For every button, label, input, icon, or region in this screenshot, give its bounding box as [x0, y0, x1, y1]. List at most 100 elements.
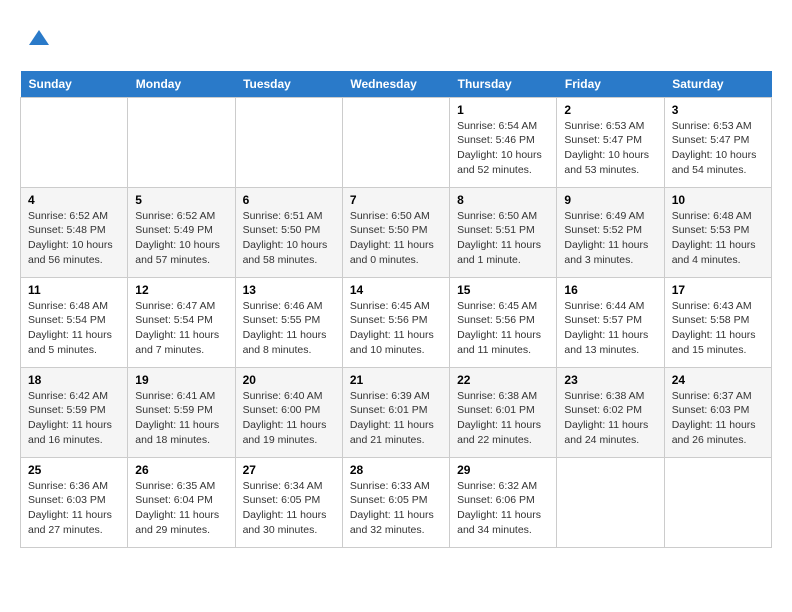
calendar-cell: 23 Sunrise: 6:38 AM Sunset: 6:02 PM Dayli…: [557, 367, 664, 457]
calendar-cell: 15 Sunrise: 6:45 AM Sunset: 5:56 PM Dayli…: [450, 277, 557, 367]
calendar-cell: 21 Sunrise: 6:39 AM Sunset: 6:01 PM Dayli…: [342, 367, 449, 457]
calendar-cell: 13 Sunrise: 6:46 AM Sunset: 5:55 PM Dayli…: [235, 277, 342, 367]
day-number: 10: [672, 193, 764, 207]
day-number: 5: [135, 193, 227, 207]
day-info: Sunrise: 6:37 AM Sunset: 6:03 PM Dayligh…: [672, 389, 764, 448]
day-number: 15: [457, 283, 549, 297]
weekday-header-row: SundayMondayTuesdayWednesdayThursdayFrid…: [21, 71, 772, 98]
calendar-table: SundayMondayTuesdayWednesdayThursdayFrid…: [20, 71, 772, 548]
day-number: 12: [135, 283, 227, 297]
day-info: Sunrise: 6:49 AM Sunset: 5:52 PM Dayligh…: [564, 209, 656, 268]
day-number: 26: [135, 463, 227, 477]
day-info: Sunrise: 6:51 AM Sunset: 5:50 PM Dayligh…: [243, 209, 335, 268]
weekday-tuesday: Tuesday: [235, 71, 342, 98]
day-info: Sunrise: 6:48 AM Sunset: 5:54 PM Dayligh…: [28, 299, 120, 358]
calendar-cell: 1Sunrise: 6:54 AM Sunset: 5:46 PM Daylig…: [450, 97, 557, 187]
calendar-cell: 20 Sunrise: 6:40 AM Sunset: 6:00 PM Dayli…: [235, 367, 342, 457]
day-info: Sunrise: 6:41 AM Sunset: 5:59 PM Dayligh…: [135, 389, 227, 448]
day-info: Sunrise: 6:34 AM Sunset: 6:05 PM Dayligh…: [243, 479, 335, 538]
page-header: [20, 20, 772, 61]
day-info: Sunrise: 6:38 AM Sunset: 6:01 PM Dayligh…: [457, 389, 549, 448]
weekday-wednesday: Wednesday: [342, 71, 449, 98]
weekday-sunday: Sunday: [21, 71, 128, 98]
calendar-cell: 29 Sunrise: 6:32 AM Sunset: 6:06 PM Dayli…: [450, 457, 557, 547]
day-number: 28: [350, 463, 442, 477]
day-number: 13: [243, 283, 335, 297]
calendar-cell: 4 Sunrise: 6:52 AM Sunset: 5:48 PM Daylig…: [21, 187, 128, 277]
calendar-cell: 10 Sunrise: 6:48 AM Sunset: 5:53 PM Dayli…: [664, 187, 771, 277]
day-number: 2: [564, 103, 656, 117]
day-info: Sunrise: 6:50 AM Sunset: 5:51 PM Dayligh…: [457, 209, 549, 268]
calendar-cell: 6Sunrise: 6:51 AM Sunset: 5:50 PM Daylig…: [235, 187, 342, 277]
day-info: Sunrise: 6:39 AM Sunset: 6:01 PM Dayligh…: [350, 389, 442, 448]
day-number: 24: [672, 373, 764, 387]
calendar-cell: [664, 457, 771, 547]
day-number: 3: [672, 103, 764, 117]
day-number: 4: [28, 193, 120, 207]
day-info: Sunrise: 6:52 AM Sunset: 5:48 PM Dayligh…: [28, 209, 120, 268]
day-info: Sunrise: 6:45 AM Sunset: 5:56 PM Dayligh…: [457, 299, 549, 358]
day-info: Sunrise: 6:38 AM Sunset: 6:02 PM Dayligh…: [564, 389, 656, 448]
day-number: 17: [672, 283, 764, 297]
weekday-thursday: Thursday: [450, 71, 557, 98]
day-info: Sunrise: 6:53 AM Sunset: 5:47 PM Dayligh…: [564, 119, 656, 178]
day-number: 29: [457, 463, 549, 477]
logo-icon: [24, 25, 54, 55]
calendar-cell: 16Sunrise: 6:44 AM Sunset: 5:57 PM Dayli…: [557, 277, 664, 367]
day-number: 8: [457, 193, 549, 207]
calendar-cell: 25 Sunrise: 6:36 AM Sunset: 6:03 PM Dayli…: [21, 457, 128, 547]
day-info: Sunrise: 6:50 AM Sunset: 5:50 PM Dayligh…: [350, 209, 442, 268]
day-info: Sunrise: 6:35 AM Sunset: 6:04 PM Dayligh…: [135, 479, 227, 538]
day-number: 11: [28, 283, 120, 297]
calendar-cell: 22 Sunrise: 6:38 AM Sunset: 6:01 PM Dayli…: [450, 367, 557, 457]
day-info: Sunrise: 6:47 AM Sunset: 5:54 PM Dayligh…: [135, 299, 227, 358]
calendar-cell: 26 Sunrise: 6:35 AM Sunset: 6:04 PM Dayli…: [128, 457, 235, 547]
calendar-cell: 24 Sunrise: 6:37 AM Sunset: 6:03 PM Dayli…: [664, 367, 771, 457]
day-info: Sunrise: 6:36 AM Sunset: 6:03 PM Dayligh…: [28, 479, 120, 538]
weekday-friday: Friday: [557, 71, 664, 98]
calendar-cell: 14 Sunrise: 6:45 AM Sunset: 5:56 PM Dayli…: [342, 277, 449, 367]
day-number: 21: [350, 373, 442, 387]
calendar-cell: 19 Sunrise: 6:41 AM Sunset: 5:59 PM Dayli…: [128, 367, 235, 457]
day-info: Sunrise: 6:44 AM Sunset: 5:57 PM Dayligh…: [564, 299, 656, 358]
day-number: 25: [28, 463, 120, 477]
day-number: 9: [564, 193, 656, 207]
day-number: 19: [135, 373, 227, 387]
day-number: 23: [564, 373, 656, 387]
day-number: 18: [28, 373, 120, 387]
calendar-cell: [557, 457, 664, 547]
calendar-cell: [128, 97, 235, 187]
calendar-week-1: 4 Sunrise: 6:52 AM Sunset: 5:48 PM Daylig…: [21, 187, 772, 277]
calendar-cell: 9 Sunrise: 6:49 AM Sunset: 5:52 PM Daylig…: [557, 187, 664, 277]
calendar-cell: 8 Sunrise: 6:50 AM Sunset: 5:51 PM Daylig…: [450, 187, 557, 277]
day-info: Sunrise: 6:43 AM Sunset: 5:58 PM Dayligh…: [672, 299, 764, 358]
calendar-week-0: 1Sunrise: 6:54 AM Sunset: 5:46 PM Daylig…: [21, 97, 772, 187]
day-info: Sunrise: 6:42 AM Sunset: 5:59 PM Dayligh…: [28, 389, 120, 448]
calendar-cell: [235, 97, 342, 187]
day-info: Sunrise: 6:45 AM Sunset: 5:56 PM Dayligh…: [350, 299, 442, 358]
day-info: Sunrise: 6:53 AM Sunset: 5:47 PM Dayligh…: [672, 119, 764, 178]
day-info: Sunrise: 6:48 AM Sunset: 5:53 PM Dayligh…: [672, 209, 764, 268]
calendar-cell: 3 Sunrise: 6:53 AM Sunset: 5:47 PM Daylig…: [664, 97, 771, 187]
day-number: 1: [457, 103, 549, 117]
day-info: Sunrise: 6:33 AM Sunset: 6:05 PM Dayligh…: [350, 479, 442, 538]
calendar-week-3: 18 Sunrise: 6:42 AM Sunset: 5:59 PM Dayli…: [21, 367, 772, 457]
day-info: Sunrise: 6:40 AM Sunset: 6:00 PM Dayligh…: [243, 389, 335, 448]
day-number: 27: [243, 463, 335, 477]
day-number: 22: [457, 373, 549, 387]
logo: [20, 25, 54, 61]
weekday-saturday: Saturday: [664, 71, 771, 98]
day-info: Sunrise: 6:46 AM Sunset: 5:55 PM Dayligh…: [243, 299, 335, 358]
calendar-cell: [342, 97, 449, 187]
day-info: Sunrise: 6:52 AM Sunset: 5:49 PM Dayligh…: [135, 209, 227, 268]
calendar-cell: 2 Sunrise: 6:53 AM Sunset: 5:47 PM Daylig…: [557, 97, 664, 187]
calendar-cell: 17 Sunrise: 6:43 AM Sunset: 5:58 PM Dayli…: [664, 277, 771, 367]
calendar-cell: 11 Sunrise: 6:48 AM Sunset: 5:54 PM Dayli…: [21, 277, 128, 367]
weekday-monday: Monday: [128, 71, 235, 98]
day-info: Sunrise: 6:32 AM Sunset: 6:06 PM Dayligh…: [457, 479, 549, 538]
day-number: 7: [350, 193, 442, 207]
day-number: 20: [243, 373, 335, 387]
calendar-week-2: 11 Sunrise: 6:48 AM Sunset: 5:54 PM Dayli…: [21, 277, 772, 367]
day-number: 14: [350, 283, 442, 297]
calendar-cell: [21, 97, 128, 187]
